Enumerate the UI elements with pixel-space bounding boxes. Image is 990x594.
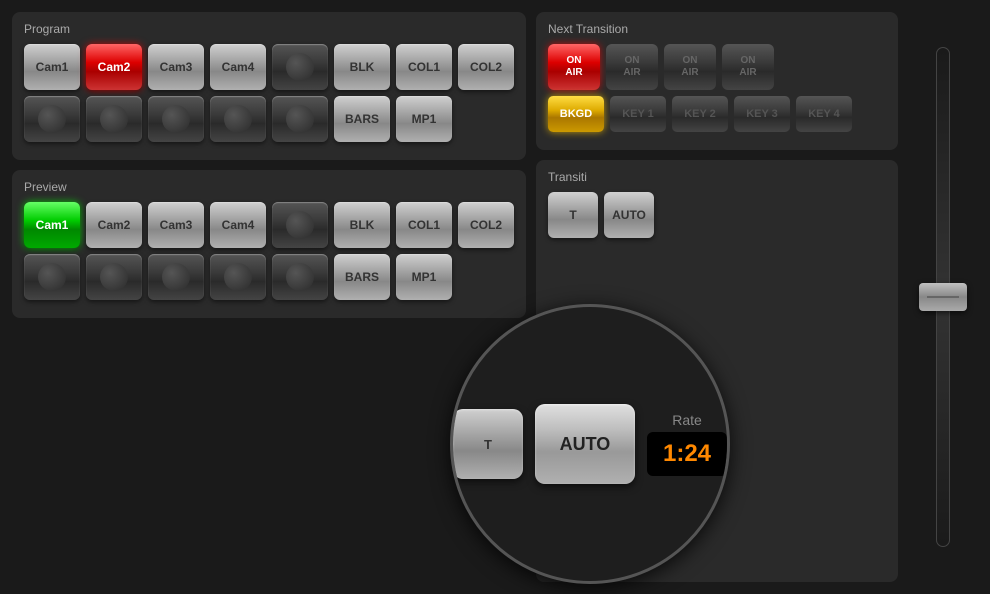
preview-button2-2[interactable] xyxy=(148,254,204,300)
cut-button-large[interactable]: T xyxy=(453,409,523,479)
rate-value: 1:24 xyxy=(663,440,711,467)
preview-button2-0[interactable] xyxy=(24,254,80,300)
fader-panel xyxy=(908,12,978,582)
preview-button-7[interactable]: COL2 xyxy=(458,202,514,248)
program-button2-6[interactable]: MP1 xyxy=(396,96,452,142)
transition-button-row: T AUTO xyxy=(548,192,886,238)
rate-label: Rate xyxy=(672,412,702,428)
program-button-6[interactable]: COL1 xyxy=(396,44,452,90)
key-row: BKGDKEY 1KEY 2KEY 3KEY 4 xyxy=(548,96,886,132)
program-row-1: Cam1Cam2Cam3Cam4 BLKCOL1COL2 xyxy=(24,44,514,90)
on-air-button-3[interactable]: ONAIR xyxy=(722,44,774,90)
preview-button-1[interactable]: Cam2 xyxy=(86,202,142,248)
transition-title: Transiti xyxy=(548,170,886,184)
fader-handle[interactable] xyxy=(919,283,967,311)
program-row-2: BARSMP1 xyxy=(24,96,514,142)
program-button-0[interactable]: Cam1 xyxy=(24,44,80,90)
preview-button2-1[interactable] xyxy=(86,254,142,300)
fader-track[interactable] xyxy=(936,47,950,547)
preview-title: Preview xyxy=(24,180,514,194)
rate-display: Rate 1:24 xyxy=(647,412,727,476)
preview-button-5[interactable]: BLK xyxy=(334,202,390,248)
program-button-3[interactable]: Cam4 xyxy=(210,44,266,90)
program-button2-4[interactable] xyxy=(272,96,328,142)
key-button-4[interactable]: KEY 4 xyxy=(796,96,852,132)
program-button-4[interactable] xyxy=(272,44,328,90)
program-button2-1[interactable] xyxy=(86,96,142,142)
preview-button-4[interactable] xyxy=(272,202,328,248)
key-button-2[interactable]: KEY 2 xyxy=(672,96,728,132)
program-title: Program xyxy=(24,22,514,36)
preview-button-6[interactable]: COL1 xyxy=(396,202,452,248)
on-air-button-2[interactable]: ONAIR xyxy=(664,44,716,90)
program-button2-3[interactable] xyxy=(210,96,266,142)
preview-button2-3[interactable] xyxy=(210,254,266,300)
preview-button2-6[interactable]: MP1 xyxy=(396,254,452,300)
next-transition-title: Next Transition xyxy=(548,22,886,36)
program-button2-5[interactable]: BARS xyxy=(334,96,390,142)
auto-button[interactable]: AUTO xyxy=(604,192,654,238)
magnify-overlay: T AUTO Rate 1:24 xyxy=(450,304,730,584)
program-button2-2[interactable] xyxy=(148,96,204,142)
program-button-5[interactable]: BLK xyxy=(334,44,390,90)
preview-section: Preview Cam1Cam2Cam3Cam4 BLKCOL1COL2 BARS… xyxy=(12,170,526,318)
preview-button2-4[interactable] xyxy=(272,254,328,300)
magnify-content: T AUTO Rate 1:24 xyxy=(450,404,730,484)
on-air-row: ONAIRONAIRONAIRONAIR xyxy=(548,44,886,90)
cut-button[interactable]: T xyxy=(548,192,598,238)
key-button-1[interactable]: KEY 1 xyxy=(610,96,666,132)
preview-row-1: Cam1Cam2Cam3Cam4 BLKCOL1COL2 xyxy=(24,202,514,248)
key-button-0[interactable]: BKGD xyxy=(548,96,604,132)
preview-button2-5[interactable]: BARS xyxy=(334,254,390,300)
rate-value-box: 1:24 xyxy=(647,432,727,476)
program-button2-0[interactable] xyxy=(24,96,80,142)
preview-button-2[interactable]: Cam3 xyxy=(148,202,204,248)
on-air-button-0[interactable]: ONAIR xyxy=(548,44,600,90)
preview-button-0[interactable]: Cam1 xyxy=(24,202,80,248)
auto-button-large[interactable]: AUTO xyxy=(535,404,635,484)
preview-row-2: BARSMP1 xyxy=(24,254,514,300)
program-button-7[interactable]: COL2 xyxy=(458,44,514,90)
fader-track-container xyxy=(936,17,950,577)
program-button-2[interactable]: Cam3 xyxy=(148,44,204,90)
preview-button-3[interactable]: Cam4 xyxy=(210,202,266,248)
key-button-3[interactable]: KEY 3 xyxy=(734,96,790,132)
next-transition-section: Next Transition ONAIRONAIRONAIRONAIR BKG… xyxy=(536,12,898,150)
program-button-1[interactable]: Cam2 xyxy=(86,44,142,90)
on-air-button-1[interactable]: ONAIR xyxy=(606,44,658,90)
program-section: Program Cam1Cam2Cam3Cam4 BLKCOL1COL2 BARS… xyxy=(12,12,526,160)
